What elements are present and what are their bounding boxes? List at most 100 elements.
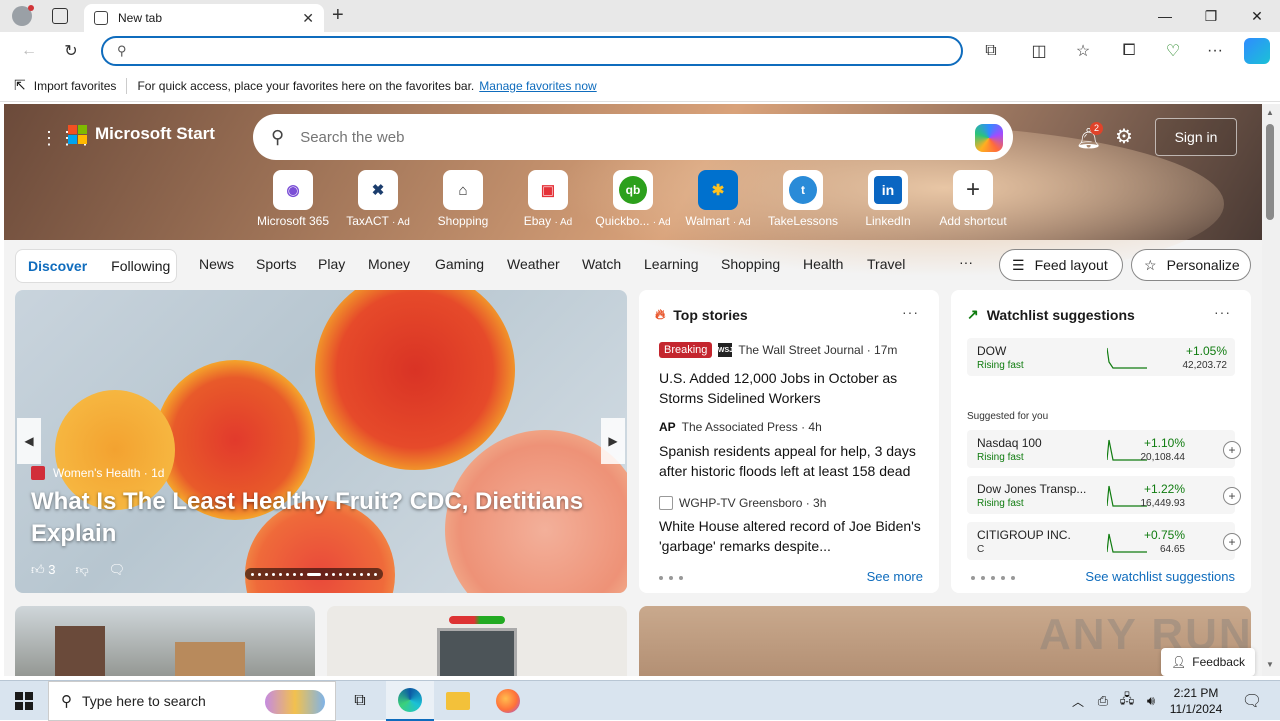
sign-in-button[interactable]: Sign in [1155, 118, 1237, 156]
category-health[interactable]: Health [803, 256, 843, 272]
carousel-actions: 👍︎ 3 👎︎ 🗨︎ [31, 562, 125, 578]
copilot-icon[interactable] [1244, 38, 1270, 64]
volume-icon[interactable]: 🔊︎ [1140, 681, 1162, 721]
tab-following[interactable]: Following [99, 258, 182, 274]
tab-actions-icon[interactable] [52, 8, 68, 24]
carousel-next-button[interactable]: ▶ [601, 418, 625, 464]
feedback-icon: 👤︎ [1171, 655, 1187, 669]
shortcut-taxact[interactable]: ✖ TaxACT · Ad [335, 170, 421, 228]
category-learning[interactable]: Learning [644, 256, 699, 272]
story-headline[interactable]: Spanish residents appeal for help, 3 day… [659, 441, 929, 481]
card-more-options-icon[interactable]: ··· [1214, 304, 1231, 320]
top-stories-header: 🔥︎ Top stories [655, 306, 748, 323]
start-button[interactable] [0, 681, 48, 721]
news-card-image[interactable] [327, 606, 627, 676]
vertical-scrollbar[interactable]: ▲ ▼ [1262, 104, 1280, 676]
category-play[interactable]: Play [318, 256, 345, 272]
notification-center-icon[interactable]: 🗨︎ [1232, 681, 1272, 721]
stock-row[interactable]: Nasdaq 100 Rising fast +1.10% 20,108.44 … [967, 430, 1241, 468]
shortcut-linkedin[interactable]: in LinkedIn [845, 170, 931, 228]
web-search-input[interactable] [300, 128, 941, 146]
takelessons-icon: t [783, 170, 823, 210]
browser-essentials-icon[interactable]: ♡ [1160, 38, 1186, 64]
scrollbar-thumb[interactable] [1266, 124, 1274, 220]
scroll-up-icon[interactable]: ▲ [1266, 108, 1274, 117]
web-search-box[interactable]: ⚲ [253, 114, 1013, 160]
task-view-icon[interactable]: ⧉ [336, 681, 384, 721]
show-hidden-icons-icon[interactable]: ︿ [1064, 681, 1092, 721]
add-to-watchlist-icon[interactable]: + [1223, 441, 1241, 459]
category-weather[interactable]: Weather [507, 256, 560, 272]
add-to-watchlist-icon[interactable]: + [1223, 533, 1241, 551]
category-shopping[interactable]: Shopping [721, 256, 780, 272]
new-tab-icon[interactable]: + [332, 4, 344, 27]
manage-favorites-link[interactable]: Manage favorites now [479, 79, 596, 93]
system-clock[interactable]: 2:21 PM 11/1/2024 [1164, 685, 1228, 717]
close-window-icon[interactable]: ✕ [1234, 0, 1280, 32]
shortcut-ebay[interactable]: ▣ Ebay · Ad [505, 170, 591, 228]
feedback-button[interactable]: 👤︎ Feedback [1161, 648, 1255, 676]
divider [126, 77, 128, 94]
import-favorites-button[interactable]: Import favorites [34, 79, 117, 93]
card-more-options-icon[interactable]: ··· [902, 304, 919, 320]
tab-new-tab[interactable]: New tab ✕ [84, 4, 324, 32]
file-explorer-icon[interactable] [434, 681, 482, 721]
story-headline[interactable]: U.S. Added 12,000 Jobs in October as Sto… [659, 368, 929, 408]
feed-layout-button[interactable]: ☰ Feed layout [999, 249, 1123, 281]
shortcut-takelessons[interactable]: t TakeLessons [760, 170, 846, 228]
minimize-icon[interactable]: — [1142, 0, 1188, 32]
category-sports[interactable]: Sports [256, 256, 296, 272]
address-bar[interactable]: ⚲ [101, 36, 963, 66]
extensions-icon[interactable]: ⧉ [978, 38, 1004, 64]
dislike-icon[interactable]: 👎︎ [75, 562, 88, 578]
add-to-watchlist-icon[interactable]: + [1223, 487, 1241, 505]
tab-discover[interactable]: Discover [16, 258, 99, 274]
copilot-search-icon[interactable] [975, 124, 1003, 152]
carousel-headline[interactable]: What Is The Least Healthy Fruit? CDC, Di… [31, 486, 591, 550]
personalize-button[interactable]: ☆ Personalize [1131, 249, 1251, 281]
stock-row[interactable]: Dow Jones Transp... Rising fast +1.22% 1… [967, 476, 1241, 514]
close-tab-icon[interactable]: ✕ [302, 10, 314, 27]
feed-tabs: Discover Following [15, 249, 177, 283]
story-page-dots[interactable] [659, 576, 683, 580]
hero-carousel[interactable]: ◀ ▶ Women's Health · 1d What Is The Leas… [15, 290, 627, 593]
shortcut-microsoft-365[interactable]: ◉ Microsoft 365 [250, 170, 336, 228]
page-settings-gear-icon[interactable]: ⚙ [1115, 124, 1133, 149]
split-screen-icon[interactable]: ◫ [1026, 38, 1052, 64]
shortcut-quickbooks[interactable]: qb Quickbo... · Ad [590, 170, 676, 228]
stock-row[interactable]: CITIGROUP INC. C +0.75% 64.65 + [967, 522, 1241, 560]
see-watchlist-suggestions-link[interactable]: See watchlist suggestions [1085, 569, 1235, 584]
watchlist-page-dots[interactable] [971, 576, 1015, 580]
category-gaming[interactable]: Gaming [435, 256, 484, 272]
settings-more-icon[interactable]: ··· [1202, 38, 1228, 64]
network-icon[interactable]: 🖧︎ [1116, 681, 1138, 721]
edge-taskbar-icon[interactable] [386, 681, 434, 721]
add-shortcut-button[interactable]: + Add shortcut [930, 170, 1016, 228]
like-button[interactable]: 👍︎ 3 [31, 562, 55, 578]
refresh-icon[interactable]: ↻ [58, 38, 84, 64]
category-news[interactable]: News [199, 256, 234, 272]
favorites-star-icon[interactable]: ☆ [1070, 38, 1096, 64]
back-icon[interactable]: ← [16, 38, 42, 64]
shortcut-shopping[interactable]: ⌂ Shopping [420, 170, 506, 228]
story-headline[interactable]: White House altered record of Joe Biden'… [659, 516, 929, 556]
taskbar-search-box[interactable]: ⚲ Type here to search [48, 681, 336, 721]
carousel-page-indicator[interactable] [245, 568, 383, 580]
shortcut-walmart[interactable]: ✱ Walmart · Ad [675, 170, 761, 228]
restore-icon[interactable]: ❐ [1188, 0, 1234, 32]
scroll-down-icon[interactable]: ▼ [1266, 660, 1274, 669]
news-card-image[interactable] [15, 606, 315, 676]
collections-icon[interactable]: ⧠ [1116, 38, 1142, 64]
see-more-link[interactable]: See more [867, 569, 923, 584]
category-money[interactable]: Money [368, 256, 410, 272]
address-input[interactable] [138, 43, 839, 59]
more-categories-icon[interactable]: ··· [959, 254, 973, 270]
device-icon[interactable]: ⎙ [1092, 681, 1114, 721]
firefox-icon[interactable] [484, 681, 532, 721]
category-travel[interactable]: Travel [867, 256, 905, 272]
carousel-prev-button[interactable]: ◀ [17, 418, 41, 464]
comment-icon[interactable]: 🗨︎ [109, 562, 126, 578]
stock-row-dow[interactable]: DOW Rising fast +1.05% 42,203.72 [967, 338, 1235, 376]
category-watch[interactable]: Watch [582, 256, 621, 272]
microsoft-start-logo[interactable]: Microsoft Start [38, 124, 215, 144]
